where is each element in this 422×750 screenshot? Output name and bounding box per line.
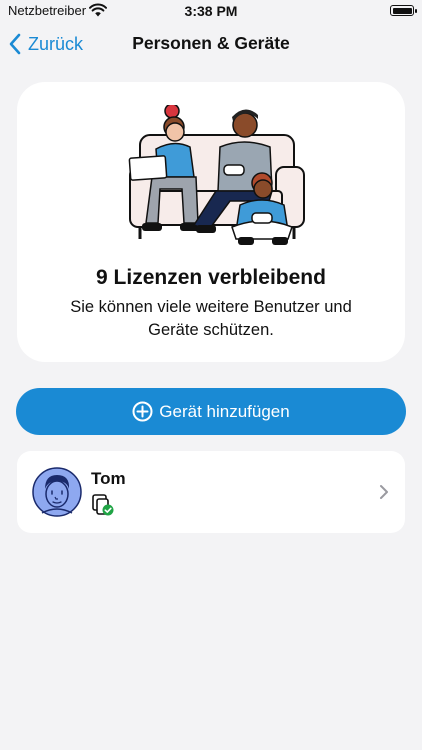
license-subtitle: Sie können viele weitere Benutzer und Ge… — [70, 298, 352, 339]
license-count-title: 9 Lizenzen verbleibend — [96, 266, 326, 289]
add-device-label: Gerät hinzufügen — [159, 401, 290, 421]
page-title: Personen & Geräte — [132, 33, 290, 53]
navigation-bar: Zurück Personen & Geräte — [0, 22, 422, 66]
battery-icon — [390, 5, 417, 16]
person-name: Tom — [91, 469, 126, 488]
add-device-button[interactable]: Gerät hinzufügen — [16, 388, 406, 435]
clock: 3:38 PM — [184, 3, 238, 19]
person-row[interactable]: Tom — [17, 451, 405, 533]
family-on-couch-illustration — [128, 105, 305, 245]
plus-circle-icon — [132, 401, 153, 422]
screen: Netzbetreiber 3:38 PM Zurück Personen & … — [0, 0, 422, 750]
device-protected-icon — [92, 494, 114, 516]
chevron-right-icon — [380, 485, 388, 499]
status-bar: Netzbetreiber 3:38 PM — [0, 0, 422, 22]
license-card: 9 Lizenzen verbleibend Sie können viele … — [17, 82, 405, 362]
avatar-icon — [32, 467, 82, 517]
